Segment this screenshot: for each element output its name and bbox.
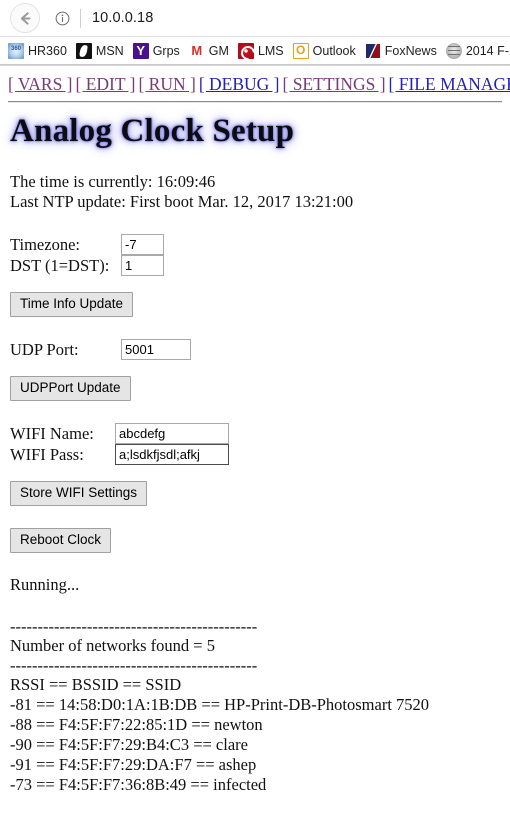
timezone-field-row: Timezone: — [10, 234, 502, 255]
browser-chrome: 10.0.0.18 HR360 MSN Grps GM LMS Outlook — [0, 0, 510, 66]
bookmark-lms[interactable]: LMS — [237, 42, 284, 59]
network-row: -81 == 14:58:D0:1A:1B:DB == HP-Print-DB-… — [10, 695, 430, 714]
foxnews-favicon — [364, 42, 381, 59]
wifi-pass-input[interactable] — [115, 444, 229, 465]
globe-favicon — [445, 42, 462, 59]
nav-link-settings[interactable]: [ SETTINGS ] — [283, 74, 386, 94]
site-info-icon[interactable] — [50, 6, 74, 30]
dst-input[interactable] — [121, 255, 164, 276]
udp-port-update-button[interactable]: UDPPort Update — [10, 376, 131, 401]
address-bar-divider — [80, 8, 81, 28]
time-info-update-button[interactable]: Time Info Update — [10, 292, 134, 317]
network-row: -73 == F4:5F:F7:36:8B:49 == infected — [10, 775, 267, 794]
msn-favicon — [75, 42, 92, 59]
bookmark-label: GM — [208, 43, 229, 58]
scan-separator-bottom: ----------------------------------------… — [10, 656, 258, 675]
header-divider — [8, 101, 502, 103]
lms-favicon — [237, 42, 254, 59]
network-row: -88 == F4:5F:F7:22:85:1D == newton — [10, 715, 263, 734]
scan-separator-top: ----------------------------------------… — [10, 617, 258, 636]
address-bar-url[interactable]: 10.0.0.18 — [92, 10, 153, 26]
bookmark-label: FoxNews — [384, 43, 437, 58]
last-ntp-line: Last NTP update: First boot Mar. 12, 201… — [10, 192, 354, 211]
bookmark-ford[interactable]: 2014 F-150 — [445, 42, 510, 59]
wifi-name-label: WIFI Name: — [10, 423, 94, 443]
wifi-pass-field-row: WIFI Pass: — [10, 444, 502, 465]
network-row: -91 == F4:5F:F7:29:DA:F7 == ashep — [10, 755, 257, 774]
nav-links: [ VARS ][ EDIT ][ RUN ][ DEBUG ][ SETTIN… — [8, 74, 510, 94]
bookmark-foxnews[interactable]: FoxNews — [364, 42, 437, 59]
udp-port-input[interactable] — [121, 339, 191, 360]
wifi-name-field-row: WIFI Name: — [10, 423, 502, 444]
store-wifi-settings-button[interactable]: Store WIFI Settings — [10, 481, 148, 506]
bookmark-outlook[interactable]: Outlook — [292, 42, 356, 59]
back-arrow-icon — [20, 11, 30, 25]
wifi-name-input[interactable] — [115, 423, 229, 444]
network-table-header: RSSI == BSSID == SSID — [10, 675, 182, 694]
current-time-line: The time is currently: 16:09:46 — [10, 172, 216, 191]
back-button[interactable] — [10, 3, 40, 33]
hr360-favicon — [8, 42, 24, 59]
bookmarks-bar: HR360 MSN Grps GM LMS Outlook FoxNews 2 — [0, 37, 510, 65]
dst-label: DST (1=DST): — [10, 255, 110, 275]
timezone-input[interactable] — [121, 234, 164, 255]
gmail-favicon — [188, 42, 205, 59]
bookmark-label: Outlook — [312, 43, 356, 58]
network-row: -90 == F4:5F:F7:29:B4:C3 == clare — [10, 735, 248, 754]
reboot-clock-button[interactable]: Reboot Clock — [10, 528, 112, 553]
bookmark-label: Grps — [152, 43, 180, 58]
timezone-label: Timezone: — [10, 234, 80, 254]
bookmark-gm[interactable]: GM — [188, 42, 229, 59]
nav-link-file-manager[interactable]: [ FILE MANAGER ] — [389, 74, 510, 94]
bookmark-hr360[interactable]: HR360 — [8, 42, 67, 59]
nav-link-edit[interactable]: [ EDIT ] — [76, 74, 136, 94]
bookmark-label: LMS — [257, 43, 284, 58]
nav-link-vars[interactable]: [ VARS ] — [8, 74, 73, 94]
page-title: Analog Clock Setup — [10, 113, 295, 149]
outlook-favicon — [292, 42, 309, 59]
bookmark-grps[interactable]: Grps — [132, 42, 180, 59]
page-content: [ VARS ][ EDIT ][ RUN ][ DEBUG ][ SETTIN… — [0, 66, 510, 795]
bookmark-label: 2014 F-150 — [465, 43, 510, 58]
nav-link-run[interactable]: [ RUN ] — [138, 74, 195, 94]
nav-link-debug[interactable]: [ DEBUG ] — [199, 74, 280, 94]
udp-port-label: UDP Port: — [10, 339, 79, 359]
running-status-text: Running... — [10, 575, 80, 594]
info-circle-icon — [55, 11, 69, 25]
wifi-pass-label: WIFI Pass: — [10, 444, 84, 464]
network-count-line: Number of networks found = 5 — [10, 636, 215, 655]
yahoo-groups-favicon — [132, 42, 149, 59]
dst-field-row: DST (1=DST): — [10, 255, 502, 276]
bookmark-msn[interactable]: MSN — [75, 42, 124, 59]
udp-port-field-row: UDP Port: — [10, 339, 502, 360]
bookmark-label: HR360 — [28, 43, 67, 58]
browser-toolbar: 10.0.0.18 — [0, 0, 510, 37]
bookmark-label: MSN — [95, 43, 124, 58]
